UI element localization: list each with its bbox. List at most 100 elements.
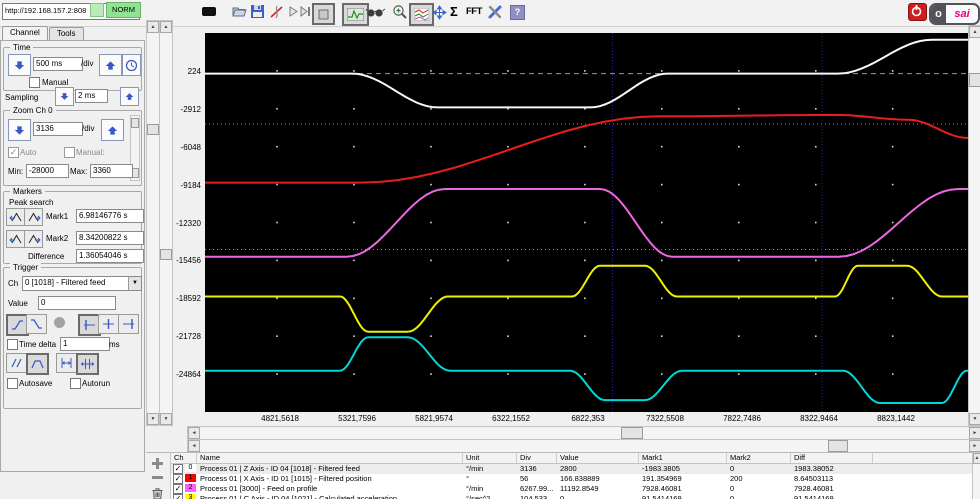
fft-button[interactable]: FFT	[466, 6, 482, 17]
column-header-div[interactable]: Div	[517, 453, 557, 463]
column-header-mark2[interactable]: Mark2	[727, 453, 791, 463]
trigger-channel-select[interactable]: 0 [1018] - Filtered feed ▼	[22, 276, 142, 291]
channel-visible-checkbox[interactable]: ✓	[173, 464, 183, 474]
trigger-pulse-button[interactable]	[26, 353, 49, 375]
column-header-mark1[interactable]: Mark1	[639, 453, 727, 463]
scrollbar-thumb[interactable]	[969, 73, 980, 87]
mark2-peak-left-button[interactable]	[6, 230, 25, 248]
zoom-min-field[interactable]: -28000	[26, 164, 69, 178]
table-vscrollbar[interactable]: ▲	[972, 452, 980, 499]
screen-icon[interactable]	[202, 7, 216, 16]
column-header-unit[interactable]: Unit	[463, 453, 517, 463]
autosave-checkbox[interactable]	[7, 378, 18, 389]
power-button[interactable]	[908, 3, 927, 21]
grid-dot	[584, 183, 586, 186]
zoom-min-label: Min:	[8, 167, 24, 176]
mark1-field[interactable]: 6.98146776 s	[76, 209, 144, 223]
trigger-value-field[interactable]: 0	[38, 296, 116, 310]
mark1-peak-left-button[interactable]	[6, 208, 25, 226]
time-delta-checkbox[interactable]	[7, 339, 18, 350]
tab-tools[interactable]: Tools	[48, 27, 84, 41]
mark2-field[interactable]: 8.34200822 s	[76, 231, 144, 245]
sampling-decrease-button[interactable]	[55, 87, 74, 106]
delete-all-button[interactable]	[151, 487, 164, 499]
run-button[interactable]	[288, 5, 299, 18]
trigger-position-right-button[interactable]	[118, 314, 139, 334]
zoom-per-div-field[interactable]: 3136	[33, 122, 83, 136]
save-button[interactable]	[250, 4, 266, 20]
add-channel-button[interactable]	[151, 457, 164, 470]
column-header-ch[interactable]: Ch	[171, 453, 197, 463]
time-increase-button[interactable]	[99, 54, 122, 76]
zoom-max-field[interactable]: 3360	[90, 164, 133, 178]
scroll-up-button[interactable]: ▲	[147, 21, 159, 33]
trigger-tool-button[interactable]	[269, 4, 285, 20]
zoom-increase-button[interactable]	[101, 119, 124, 141]
pan-button[interactable]	[432, 5, 447, 20]
trigger-falling-edge-button[interactable]	[26, 314, 47, 334]
sampling-field[interactable]: 2 ms	[75, 89, 108, 103]
chart-view-button[interactable]	[409, 3, 434, 26]
table-row[interactable]: ✓ 1 Process 01 | X Axis - ID 01 [1015] - F…	[171, 474, 972, 484]
sum-button[interactable]: Σ	[450, 4, 458, 19]
mark2-peak-right-button[interactable]	[24, 230, 43, 248]
scroll-right-button[interactable]: ►	[969, 427, 980, 439]
time-decrease-button[interactable]	[8, 54, 31, 76]
scroll-down-button[interactable]: ▼	[147, 413, 159, 425]
plot-vscrollbar[interactable]: ▲ ▼	[968, 25, 980, 426]
open-file-button[interactable]	[231, 4, 249, 20]
zoom-decrease-button[interactable]	[8, 119, 31, 141]
channel-visible-checkbox[interactable]: ✓	[173, 494, 183, 499]
width-inside-button[interactable]	[56, 353, 77, 373]
plot-hscrollbar-1[interactable]: ◄ ►	[187, 426, 980, 440]
plot-hscrollbar-2[interactable]: ◄ ►	[187, 439, 980, 453]
plot-area[interactable]	[204, 33, 969, 412]
monitor-button[interactable]	[365, 7, 386, 18]
tab-channel[interactable]: Channel	[2, 26, 48, 40]
zoom-auto-checkbox[interactable]: ✓	[8, 147, 19, 158]
panel-tabs: Channel Tools	[2, 26, 85, 41]
scroll-down-button[interactable]: ▼	[969, 413, 980, 425]
scroll-up-button[interactable]: ▲	[969, 26, 980, 38]
column-header-value[interactable]: Value	[557, 453, 639, 463]
scrollbar-thumb[interactable]	[147, 124, 159, 135]
remove-channel-button[interactable]	[151, 474, 164, 487]
autorun-checkbox[interactable]	[70, 378, 81, 389]
table-row[interactable]: ✓ 3 Process 01 | C Axis - ID 04 [1021] - C…	[171, 494, 972, 499]
norm-button[interactable]: NORM	[106, 2, 141, 18]
table-row[interactable]: ✓ 2 Process 01 [3000] - Feed on profile °/m…	[171, 484, 972, 494]
time-delta-field[interactable]: 1	[60, 337, 110, 351]
column-header-diff[interactable]: Diff	[791, 453, 873, 463]
sampling-increase-button[interactable]	[120, 87, 139, 106]
channel-visible-checkbox[interactable]: ✓	[173, 474, 183, 484]
scroll-up-button[interactable]: ▲	[973, 453, 980, 464]
zoom-manual-checkbox[interactable]	[64, 147, 75, 158]
trigger-position-center-button[interactable]	[98, 314, 119, 334]
table-row[interactable]: ✓ 0 Process 01 | Z Axis - ID 04 [1018] - F…	[171, 464, 972, 474]
scope-view-button[interactable]	[342, 3, 369, 26]
settings-button[interactable]	[487, 4, 504, 20]
trigger-double-edge-button[interactable]	[6, 353, 27, 373]
time-manual-checkbox[interactable]	[29, 77, 40, 88]
scroll-left-button[interactable]: ◄	[188, 440, 200, 452]
stop-button[interactable]	[312, 3, 335, 25]
mark1-peak-right-button[interactable]	[24, 208, 43, 226]
channel-visible-checkbox[interactable]: ✓	[173, 484, 183, 494]
panel-scrollbar-1[interactable]: ▲ ▼	[146, 20, 160, 426]
scrollbar-thumb[interactable]	[828, 440, 848, 452]
time-reset-button[interactable]	[122, 54, 141, 76]
scroll-right-button[interactable]: ►	[969, 440, 980, 452]
column-header-name[interactable]: Name	[197, 453, 463, 463]
grid-dot	[276, 145, 278, 148]
zoom-in-button[interactable]	[392, 4, 408, 20]
scroll-left-button[interactable]: ◄	[188, 427, 200, 439]
scroll-up-button[interactable]: ▲	[160, 21, 172, 33]
scrollbar-thumb[interactable]	[621, 427, 643, 439]
single-step-button[interactable]	[299, 5, 312, 18]
grid-dot	[353, 259, 355, 262]
time-per-div-field[interactable]: 500 ms	[33, 57, 83, 71]
trigger-channel-dropdown-button[interactable]: ▼	[128, 277, 141, 290]
width-outside-button[interactable]	[76, 353, 99, 375]
help-button[interactable]: ?	[510, 5, 525, 20]
scroll-down-button[interactable]: ▼	[160, 413, 172, 425]
